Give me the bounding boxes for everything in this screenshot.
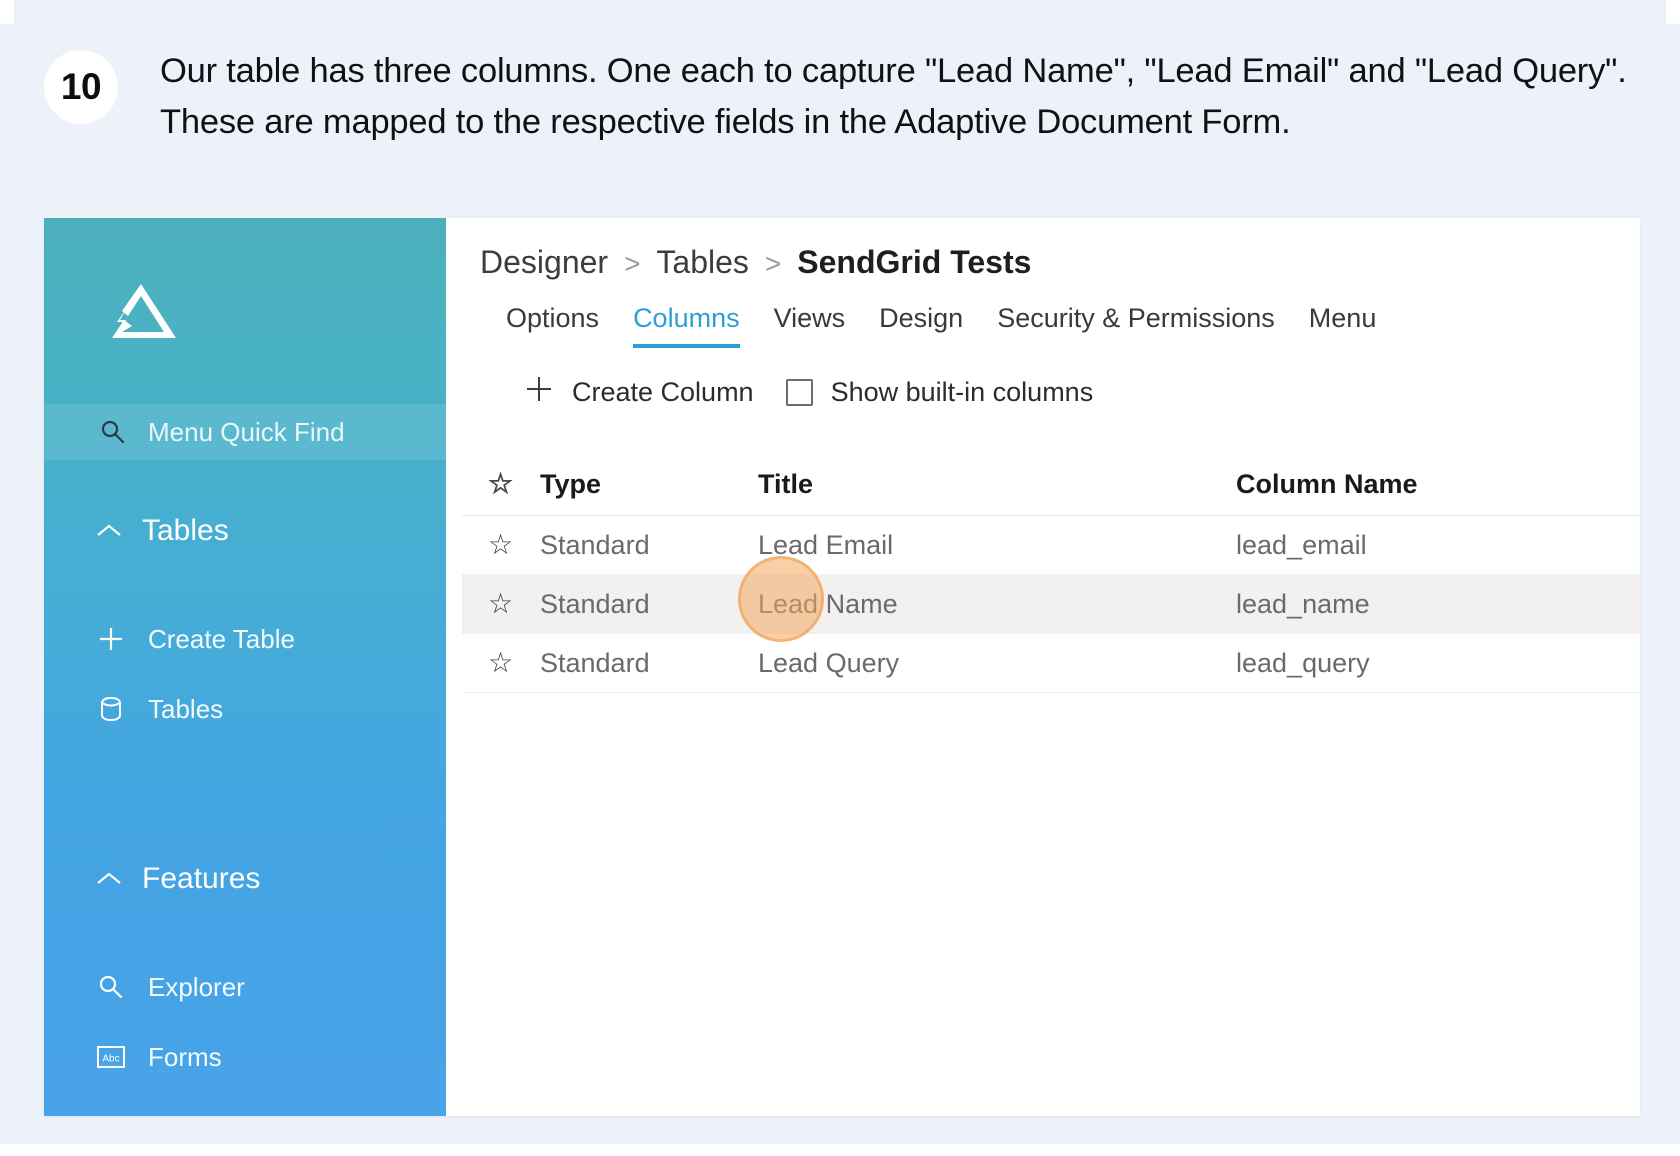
breadcrumb-item-designer[interactable]: Designer <box>480 244 608 281</box>
search-icon <box>96 974 126 1000</box>
sidebar-item-create-table[interactable]: Create Table <box>44 614 446 664</box>
star-outline-icon: ☆ <box>488 467 514 499</box>
column-header-favorite[interactable]: ☆ <box>462 469 540 500</box>
breadcrumb-item-current: SendGrid Tests <box>797 244 1032 280</box>
sidebar-item-create-table-label: Create Table <box>148 623 295 654</box>
star-outline-icon: ☆ <box>488 646 514 678</box>
bottom-edge-strip <box>0 1144 1680 1156</box>
chevron-up-icon <box>96 871 122 887</box>
table-header-row: ☆ Type Title Column Name <box>462 453 1640 516</box>
columns-table: ☆ Type Title Column Name ☆ Standard Lead… <box>462 453 1640 693</box>
table-row[interactable]: ☆ Standard Lead Email lead_email <box>462 516 1640 575</box>
toolbar: Create Column Show built-in columns <box>462 374 1640 411</box>
row-favorite-toggle[interactable]: ☆ <box>462 648 540 679</box>
row-favorite-toggle[interactable]: ☆ <box>462 530 540 561</box>
tab-menu[interactable]: Menu <box>1309 303 1377 348</box>
menu-quick-find[interactable]: Menu Quick Find <box>44 404 446 460</box>
sidebar-group-features[interactable]: Features <box>44 854 446 904</box>
show-builtin-columns-checkbox[interactable]: Show built-in columns <box>785 377 1094 408</box>
table-row[interactable]: ☆ Standard Lead Name lead_name <box>462 575 1640 634</box>
tab-options[interactable]: Options <box>506 303 599 348</box>
star-outline-icon: ☆ <box>488 587 514 619</box>
sidebar-item-forms[interactable]: Abc Forms <box>44 1032 446 1082</box>
create-column-label: Create Column <box>572 377 754 407</box>
tab-design[interactable]: Design <box>879 303 963 348</box>
sidebar-group-features-label: Features <box>142 862 261 895</box>
triangle-lightning-logo-icon <box>112 284 176 338</box>
svg-text:Abc: Abc <box>102 1054 119 1065</box>
row-column-name: lead_name <box>1236 588 1370 619</box>
row-type: Standard <box>540 529 650 560</box>
row-type: Standard <box>540 588 650 619</box>
row-type: Standard <box>540 647 650 678</box>
top-left-corner-notch <box>0 0 14 24</box>
sidebar-item-forms-label: Forms <box>148 1041 222 1072</box>
instruction-banner: 10 Our table has three columns. One each… <box>0 24 1680 208</box>
app-window: Menu Quick Find Tables Create Table Tabl… <box>44 218 1640 1116</box>
row-column-name: lead_query <box>1236 647 1370 678</box>
sidebar-item-tables[interactable]: Tables <box>44 684 446 734</box>
sidebar-item-tables-label: Tables <box>148 693 224 724</box>
tab-security-permissions[interactable]: Security & Permissions <box>997 303 1275 348</box>
step-number-badge: 10 <box>44 50 118 124</box>
row-title: Lead Name <box>758 588 898 619</box>
breadcrumb-separator-icon: > <box>764 248 782 279</box>
row-column-name: lead_email <box>1236 529 1367 560</box>
breadcrumb-item-tables[interactable]: Tables <box>656 244 749 281</box>
sidebar-item-explorer-label: Explorer <box>148 971 245 1002</box>
show-builtin-columns-label: Show built-in columns <box>830 377 1094 407</box>
sidebar: Menu Quick Find Tables Create Table Tabl… <box>44 218 446 1116</box>
menu-quick-find-label: Menu Quick Find <box>148 416 345 447</box>
sidebar-group-tables-label: Tables <box>142 514 229 547</box>
breadcrumb: Designer > Tables > SendGrid Tests <box>462 218 1640 281</box>
table-row[interactable]: ☆ Standard Lead Query lead_query <box>462 634 1640 693</box>
plus-icon <box>96 624 126 654</box>
chevron-up-icon <box>96 523 122 539</box>
checkbox-icon[interactable] <box>785 379 813 406</box>
content-pane: Designer > Tables > SendGrid Tests Optio… <box>446 218 1640 1116</box>
abc-icon: Abc <box>96 1044 126 1070</box>
column-header-type[interactable]: Type <box>540 469 758 500</box>
plus-icon <box>524 374 554 411</box>
row-title: Lead Email <box>758 529 894 560</box>
app-logo[interactable] <box>44 218 446 404</box>
create-column-button[interactable]: Create Column <box>524 374 754 411</box>
top-right-corner-notch <box>1666 0 1680 24</box>
column-header-title[interactable]: Title <box>758 469 1236 500</box>
instruction-text: Our table has three columns. One each to… <box>160 52 1627 141</box>
search-icon <box>100 419 126 445</box>
sidebar-item-explorer[interactable]: Explorer <box>44 962 446 1012</box>
column-header-column-name[interactable]: Column Name <box>1236 469 1640 500</box>
tab-bar: Options Columns Views Design Security & … <box>462 303 1640 348</box>
sidebar-group-tables[interactable]: Tables <box>44 506 446 556</box>
breadcrumb-separator-icon: > <box>624 248 641 279</box>
row-title: Lead Query <box>758 647 900 678</box>
row-favorite-toggle[interactable]: ☆ <box>462 589 540 620</box>
star-outline-icon: ☆ <box>488 528 514 560</box>
tab-columns[interactable]: Columns <box>633 303 740 348</box>
tab-views[interactable]: Views <box>774 303 846 348</box>
database-icon <box>96 695 126 723</box>
